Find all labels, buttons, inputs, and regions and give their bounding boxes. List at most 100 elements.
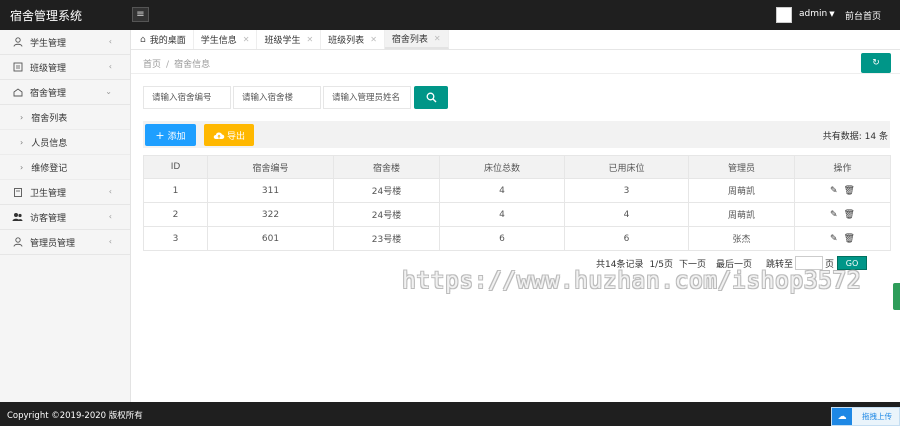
sidebar-subitem-dorm-list[interactable]: › 宿舍列表 <box>0 105 130 130</box>
home-icon <box>12 87 23 98</box>
drag-upload-widget[interactable]: ☁ 拖拽上传 <box>831 407 900 426</box>
sidebar-item-dorms[interactable]: 宿舍管理 ⌄ <box>0 80 130 105</box>
add-button[interactable]: + 添加 <box>145 124 196 146</box>
delete-icon[interactable]: 🗑 <box>844 234 855 244</box>
menu-toggle-button[interactable]: ≡ <box>132 7 149 22</box>
cell-total-beds: 6 <box>439 226 565 251</box>
list-icon <box>12 62 23 73</box>
delete-icon[interactable]: 🗑 <box>844 210 855 220</box>
sidebar-item-label: 卫生管理 <box>30 188 67 199</box>
cell-actions: ✎ 🗑 <box>794 178 891 203</box>
plus-icon: + <box>155 128 165 142</box>
column-header: 操作 <box>794 155 891 179</box>
cell-building: 24号楼 <box>333 178 440 203</box>
upload-label: 拖拽上传 <box>862 412 892 421</box>
edit-icon[interactable]: ✎ <box>830 210 838 220</box>
edit-icon[interactable]: ✎ <box>830 234 838 244</box>
sidebar-item-admins[interactable]: 管理员管理 ‹ <box>0 230 130 255</box>
copyright-text: Copyright ©2019-2020 版权所有 <box>7 411 143 421</box>
column-header: 宿舍编号 <box>207 155 334 179</box>
clipboard-icon <box>12 187 23 198</box>
tab-class-list[interactable]: 班级列表 ✕ <box>321 30 385 49</box>
caret-down-icon: ▼ <box>829 10 835 18</box>
home-icon: ⌂ <box>140 34 146 45</box>
cell-id: 3 <box>143 226 208 251</box>
cell-used-beds: 3 <box>564 178 689 203</box>
column-header: 宿舍楼 <box>333 155 440 179</box>
tab-label: 班级列表 <box>328 36 365 46</box>
breadcrumb-home[interactable]: 首页 <box>143 60 161 70</box>
cell-manager: 周萌凯 <box>688 202 795 227</box>
delete-icon[interactable]: 🗑 <box>844 186 855 196</box>
sidebar: 学生管理 ‹ 班级管理 ‹ 宿舍管理 ⌄ › 宿舍列表 › 人员信息 › 维修登… <box>0 30 131 402</box>
chevron-left-icon: ‹ <box>108 212 112 221</box>
sidebar-item-classes[interactable]: 班级管理 ‹ <box>0 55 130 80</box>
sidebar-subitem-residents[interactable]: › 人员信息 <box>0 130 130 155</box>
top-header: 宿舍管理系统 ≡ admin ▼ 前台首页 <box>0 0 900 30</box>
column-header: 已用床位 <box>564 155 689 179</box>
manager-search-input[interactable] <box>323 86 411 109</box>
frontend-home-link[interactable]: 前台首页 <box>845 9 881 22</box>
tab-label: 我的桌面 <box>149 36 186 46</box>
chevron-left-icon: ‹ <box>108 187 112 196</box>
cell-actions: ✎ 🗑 <box>794 202 891 227</box>
search-button[interactable] <box>414 86 448 109</box>
cell-used-beds: 6 <box>564 226 689 251</box>
refresh-icon: ↻ <box>872 58 880 68</box>
edit-icon[interactable]: ✎ <box>830 186 838 196</box>
watermark: https://www.huzhan.com/ishop3572 <box>402 268 862 294</box>
tab-desktop[interactable]: ⌂ 我的桌面 <box>133 30 194 49</box>
dorm-number-search-input[interactable] <box>143 86 231 109</box>
column-header: 管理员 <box>688 155 795 179</box>
user-name: admin <box>799 9 828 19</box>
menu-icon: ≡ <box>136 8 145 20</box>
chevron-left-icon: ‹ <box>108 62 112 71</box>
chevron-down-icon: ⌄ <box>105 87 112 96</box>
chevron-left-icon: ‹ <box>108 37 112 46</box>
breadcrumb-current: 宿舍信息 <box>174 60 211 70</box>
close-icon[interactable]: ✕ <box>306 35 313 44</box>
chevron-right-icon: › <box>20 162 24 172</box>
user-menu[interactable]: admin ▼ <box>799 9 835 19</box>
cell-total-beds: 4 <box>439 178 565 203</box>
building-search-input[interactable] <box>233 86 321 109</box>
close-icon[interactable]: ✕ <box>370 35 377 44</box>
sidebar-item-label: 访客管理 <box>30 213 67 224</box>
sidebar-item-label: 学生管理 <box>30 38 67 49</box>
breadcrumb-separator: / <box>166 60 170 70</box>
close-icon[interactable]: ✕ <box>434 34 441 43</box>
sidebar-subitem-repairs[interactable]: › 维修登记 <box>0 155 130 180</box>
dorm-table: ID 宿舍编号 宿舍楼 床位总数 已用床位 管理员 操作 1 311 24号楼 … <box>143 155 891 251</box>
tab-student-info[interactable]: 学生信息 ✕ <box>194 30 258 49</box>
refresh-button[interactable]: ↻ <box>861 53 891 73</box>
app-logo: 宿舍管理系统 <box>10 9 83 23</box>
tab-class-students[interactable]: 班级学生 ✕ <box>257 30 322 49</box>
record-count: 共有数据: 14 条 <box>822 132 888 142</box>
chevron-right-icon: › <box>20 112 24 122</box>
table-toolbar: + 添加 导出 共有数据: 14 条 <box>143 121 890 148</box>
cell-manager: 周萌凯 <box>688 178 795 203</box>
sidebar-subitem-label: 维修登记 <box>31 163 68 174</box>
cloud-upload-icon <box>213 131 225 139</box>
cell-building: 23号楼 <box>333 226 440 251</box>
tab-dorm-list[interactable]: 宿舍列表 ✕ <box>384 30 449 49</box>
cell-manager: 张杰 <box>688 226 795 251</box>
sidebar-item-hygiene[interactable]: 卫生管理 ‹ <box>0 180 130 205</box>
tab-bar: ⌂ 我的桌面 学生信息 ✕ 班级学生 ✕ 班级列表 ✕ 宿舍列表 ✕ <box>131 30 900 50</box>
export-button[interactable]: 导出 <box>204 124 254 146</box>
side-floating-tab[interactable] <box>893 283 900 310</box>
breadcrumb: 首页 / 宿舍信息 <box>143 57 210 70</box>
sidebar-item-label: 宿舍管理 <box>30 88 67 99</box>
close-icon[interactable]: ✕ <box>243 35 250 44</box>
breadcrumb-bar: 首页 / 宿舍信息 ↻ <box>131 50 900 74</box>
sidebar-item-label: 管理员管理 <box>30 238 76 249</box>
sidebar-item-label: 班级管理 <box>30 63 67 74</box>
chevron-right-icon: › <box>20 137 24 147</box>
column-header: 床位总数 <box>439 155 565 179</box>
group-icon <box>12 212 23 223</box>
export-button-label: 导出 <box>226 131 245 142</box>
sidebar-item-students[interactable]: 学生管理 ‹ <box>0 30 130 55</box>
table-row: 3 601 23号楼 6 6 张杰 ✎ 🗑 <box>143 226 891 251</box>
sidebar-item-visitors[interactable]: 访客管理 ‹ <box>0 205 130 230</box>
search-icon <box>426 92 436 103</box>
